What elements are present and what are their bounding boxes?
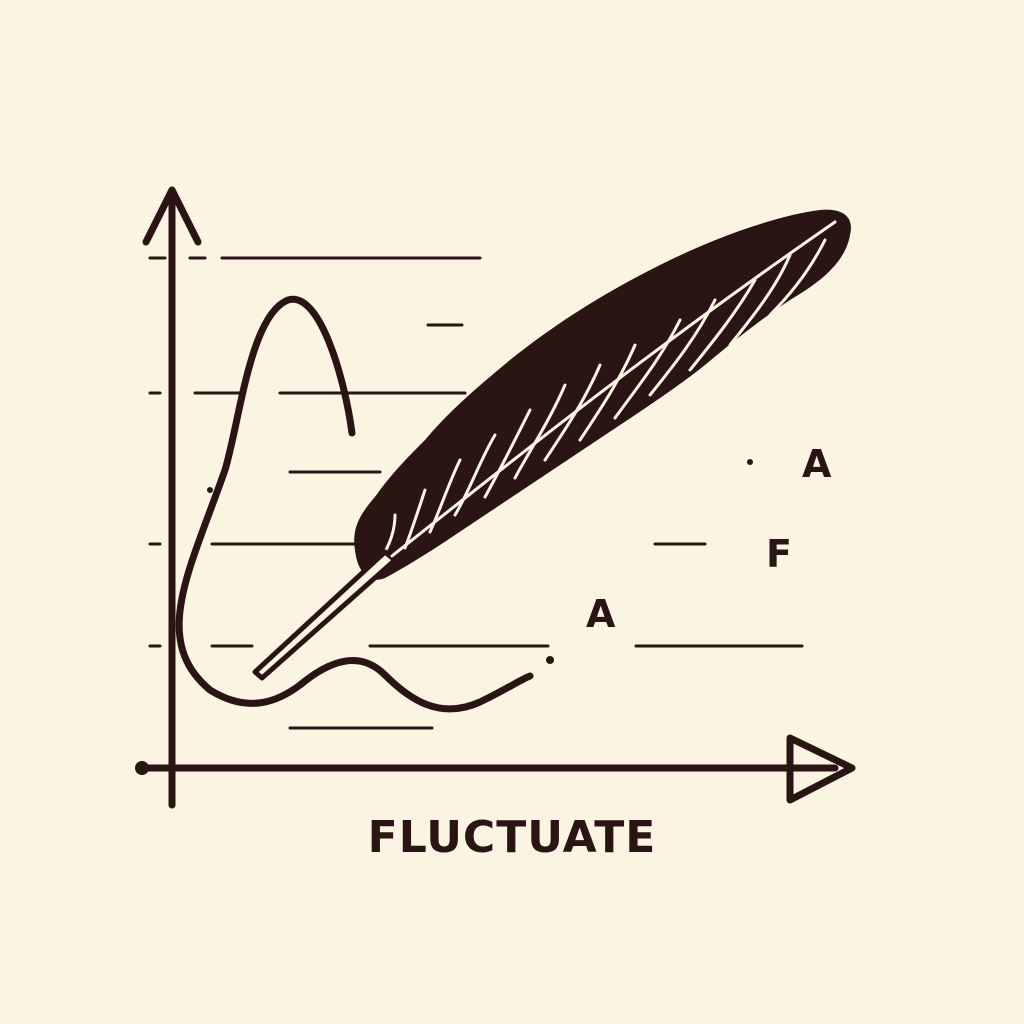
feather-vane xyxy=(354,209,851,580)
axis-origin-dot xyxy=(135,761,149,775)
scattered-letter-a: A xyxy=(802,442,832,486)
scattered-letter-a-lower: A xyxy=(586,592,616,636)
scattered-letter-f: F xyxy=(766,532,792,576)
feather-shaft xyxy=(252,549,398,681)
letter-dot xyxy=(747,459,753,465)
illustration-canvas: A F A FLUCTUATE xyxy=(0,0,1024,1024)
fluctuation-illustration xyxy=(135,186,856,809)
feather-icon xyxy=(252,209,851,681)
curve-dot xyxy=(207,487,213,493)
curve-end-dot xyxy=(546,656,554,664)
caption-text: FLUCTUATE xyxy=(367,812,657,863)
